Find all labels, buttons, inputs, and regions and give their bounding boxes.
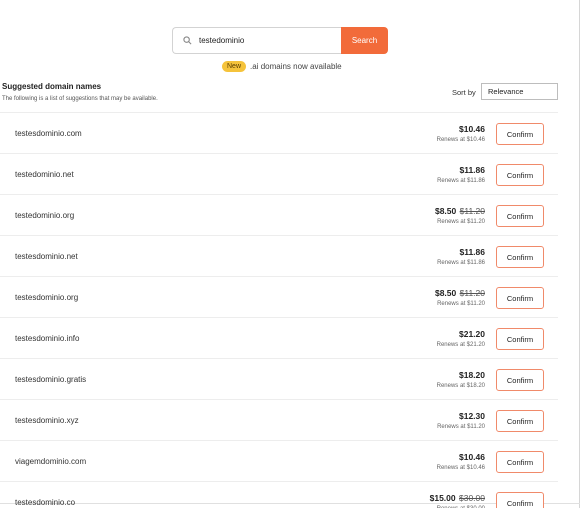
domain-name: testedominio.org [15, 211, 75, 220]
domain-name: testesdominio.com [15, 129, 82, 138]
domain-name: testesdominio.net [15, 252, 78, 261]
price-block: $21.20 Renews at $21.20 [437, 329, 485, 348]
domain-name: testedominio.net [15, 170, 74, 179]
confirm-button[interactable]: Confirm [496, 246, 544, 268]
domain-row: testesdominio.co $15.00 $30.00Renews at $… [0, 481, 558, 508]
domain-price: $10.46 [459, 452, 485, 462]
renewal-price: Renews at $18.20 [436, 383, 485, 389]
price-line: $15.00 $30.00 [430, 493, 485, 503]
original-price: $30.00 [459, 493, 485, 503]
confirm-button[interactable]: Confirm [496, 287, 544, 309]
domain-name: testesdominio.info [15, 334, 80, 343]
price-block: $15.00 $30.00Renews at $30.00 [430, 493, 485, 508]
domain-price: $8.50 [434, 288, 457, 298]
announcement: New .ai domains now available [222, 60, 342, 72]
confirm-button[interactable]: Confirm [496, 492, 544, 508]
price-line: $12.30 [437, 411, 485, 421]
suggestions-subtitle: The following is a list of suggestions t… [2, 96, 158, 102]
domain-row: testedominio.org $8.50 $11.20 Renews at $1… [0, 194, 558, 235]
domain-price: $10.46 [459, 124, 485, 134]
domain-name: testesdominio.org [15, 293, 79, 302]
original-price: $11.20 [459, 206, 485, 216]
price-block: $11.86 Renews at $11.86 [437, 165, 485, 184]
domain-row: testesdominio.net $11.86 Renews at $11.86 C… [0, 235, 558, 276]
confirm-button[interactable]: Confirm [496, 410, 544, 432]
confirm-button[interactable]: Confirm [496, 451, 544, 473]
renewal-price: Renews at $21.20 [436, 342, 485, 348]
price-block: $8.50 $11.20 Renews at $11.20 [435, 288, 485, 307]
window-right-edge [579, 0, 580, 508]
confirm-button[interactable]: Confirm [496, 123, 544, 145]
original-price: $11.20 [459, 288, 485, 298]
price-block: $10.46 Renews at $10.46 [437, 452, 485, 471]
price-block: $12.30 Renews at $11.20 [437, 411, 485, 430]
confirm-button[interactable]: Confirm [496, 205, 544, 227]
price-line: $8.50 $11.20 [435, 288, 485, 298]
domain-name: testesdominio.co [15, 498, 76, 507]
domain-search-input[interactable] [199, 36, 329, 45]
price-block: $11.86 Renews at $11.86 [437, 247, 485, 266]
suggestions-title: Suggested domain names [2, 82, 102, 91]
price-line: $11.86 [437, 165, 485, 175]
price-line: $10.46 [437, 124, 485, 134]
domain-price: $15.00 [429, 493, 456, 503]
domain-row: testedominio.net $11.86 Renews at $11.86 Co… [0, 153, 558, 194]
domain-price: $8.50 [434, 206, 457, 216]
domain-row: testesdominio.org $8.50 $11.20 Renews at $… [0, 276, 558, 317]
price-line: $21.20 [437, 329, 485, 339]
new-badge: New [222, 60, 247, 72]
domain-price: $21.20 [459, 329, 485, 339]
price-line: $10.46 [437, 452, 485, 462]
renewal-price: Renews at $11.20 [437, 424, 485, 430]
announcement-text: .ai domains now available [250, 61, 342, 71]
confirm-button[interactable]: Confirm [496, 164, 544, 186]
domain-row: viagemdominio.com $10.46 Renews at $10.46 C… [0, 440, 558, 481]
domain-price: $11.86 [459, 247, 485, 257]
renewal-price: Renews at $11.20 [437, 219, 485, 225]
renewal-price: Renews at $10.46 [436, 465, 485, 471]
domain-price: $11.86 [459, 165, 485, 175]
domain-name: viagemdominio.com [15, 457, 87, 466]
domain-suggestion-list: testesdominio.com $10.46 Renews at $10.46 C… [0, 112, 558, 508]
price-line: $18.20 [437, 370, 485, 380]
price-block: $10.46 Renews at $10.46 [437, 124, 485, 143]
search-icon [181, 35, 193, 47]
price-line: $11.86 [437, 247, 485, 257]
confirm-button[interactable]: Confirm [496, 369, 544, 391]
domain-price: $12.30 [459, 411, 485, 421]
domain-name: testesdominio.xyz [15, 416, 79, 425]
domain-row: testesdominio.info $21.20 Renews at $21.20… [0, 317, 558, 358]
search-button[interactable]: Search [341, 27, 388, 54]
sort-label: Sort by [452, 88, 476, 97]
sort-select[interactable]: Relevance [481, 83, 558, 100]
domain-row: testesdominio.gratis $18.20 Renews at $18.… [0, 358, 558, 399]
domain-name: testesdominio.gratis [15, 375, 87, 384]
price-block: $8.50 $11.20 Renews at $11.20 [435, 206, 485, 225]
renewal-price: Renews at $11.86 [437, 260, 485, 266]
confirm-button[interactable]: Confirm [496, 328, 544, 350]
renewal-price: Renews at $10.46 [436, 137, 485, 143]
renewal-price: Renews at $11.86 [437, 178, 485, 184]
domain-row: testesdominio.xyz $12.30 Renews at $11.20 C… [0, 399, 558, 440]
domain-search-bar: Search [172, 27, 388, 54]
renewal-price: Renews at $11.20 [437, 301, 485, 307]
price-block: $18.20 Renews at $18.20 [437, 370, 485, 389]
domain-row: testesdominio.com $10.46 Renews at $10.46 C… [0, 112, 558, 153]
price-line: $8.50 $11.20 [435, 206, 485, 216]
search-box[interactable] [172, 27, 341, 54]
domain-price: $18.20 [459, 370, 485, 380]
